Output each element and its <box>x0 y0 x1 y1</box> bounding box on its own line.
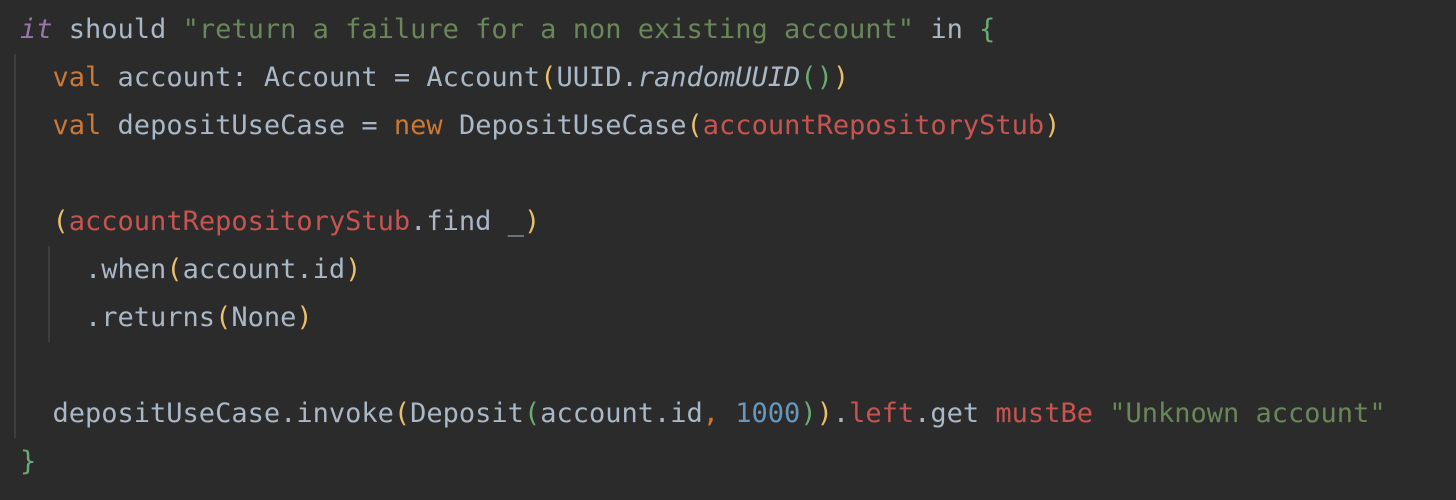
code-token: ( <box>393 398 411 429</box>
indent-guide-outer <box>14 54 16 438</box>
code-token: account: Account = Account <box>101 62 541 93</box>
code-line[interactable]: depositUseCase.invoke(Deposit(account.id… <box>20 390 1386 438</box>
code-token: None <box>231 302 297 333</box>
code-token: accountRepositoryStub <box>68 206 411 237</box>
code-token: randomUUID <box>637 62 801 93</box>
code-token: ) <box>296 302 313 333</box>
code-line[interactable]: val depositUseCase = new DepositUseCase(… <box>20 102 1061 150</box>
code-token: ( <box>540 62 557 93</box>
code-line[interactable]: .returns(None) <box>20 294 313 342</box>
code-token: val <box>52 62 102 93</box>
code-token: ) <box>832 62 850 93</box>
code-token: depositUseCase = <box>101 110 394 141</box>
code-token: { <box>979 14 996 45</box>
code-token: DepositUseCase <box>442 110 687 141</box>
code-token: mustBe <box>995 398 1093 429</box>
code-token: "return a failure for a non existing acc… <box>182 14 915 45</box>
code-token: left <box>849 398 915 429</box>
code-token: depositUseCase.invoke <box>20 398 394 429</box>
code-token: ) <box>345 254 362 285</box>
code-token: ) <box>1044 110 1061 141</box>
code-token: in <box>914 14 980 45</box>
code-token: .returns <box>20 302 216 333</box>
code-token: ( <box>686 110 703 141</box>
code-token: 1000 <box>735 398 801 429</box>
code-line[interactable]: .when(account.id) <box>20 246 361 294</box>
code-token: } <box>20 446 37 477</box>
code-token: account.id <box>182 254 346 285</box>
code-token: , <box>702 398 736 429</box>
code-token: .when <box>20 254 167 285</box>
code-token: "Unknown account" <box>1109 398 1386 429</box>
code-token: .find _ <box>410 206 524 237</box>
code-token: ( <box>166 254 183 285</box>
code-token: new <box>393 110 443 141</box>
code-line[interactable]: (accountRepositoryStub.find _) <box>20 198 541 246</box>
code-token: Deposit <box>410 398 524 429</box>
code-token: account.id <box>540 398 703 429</box>
code-token: ( <box>52 206 69 237</box>
code-token: should <box>52 14 183 45</box>
code-token: ) <box>800 398 817 429</box>
code-token: UUID. <box>556 62 638 93</box>
code-token: ( <box>215 302 232 333</box>
code-editor[interactable]: it should "return a failure for a non ex… <box>0 0 1456 500</box>
code-token: ) <box>523 206 541 237</box>
code-line[interactable]: } <box>20 438 36 486</box>
code-line[interactable]: val account: Account = Account(UUID.rand… <box>20 54 850 102</box>
code-token: ) <box>816 398 833 429</box>
code-token: val <box>52 110 102 141</box>
code-token: it <box>20 14 53 45</box>
code-token: .get <box>914 398 996 429</box>
code-token: . <box>832 398 850 429</box>
code-token: ( <box>523 398 541 429</box>
code-token: accountRepositoryStub <box>702 110 1045 141</box>
code-token: () <box>800 62 833 93</box>
code-line[interactable]: it should "return a failure for a non ex… <box>20 6 995 54</box>
